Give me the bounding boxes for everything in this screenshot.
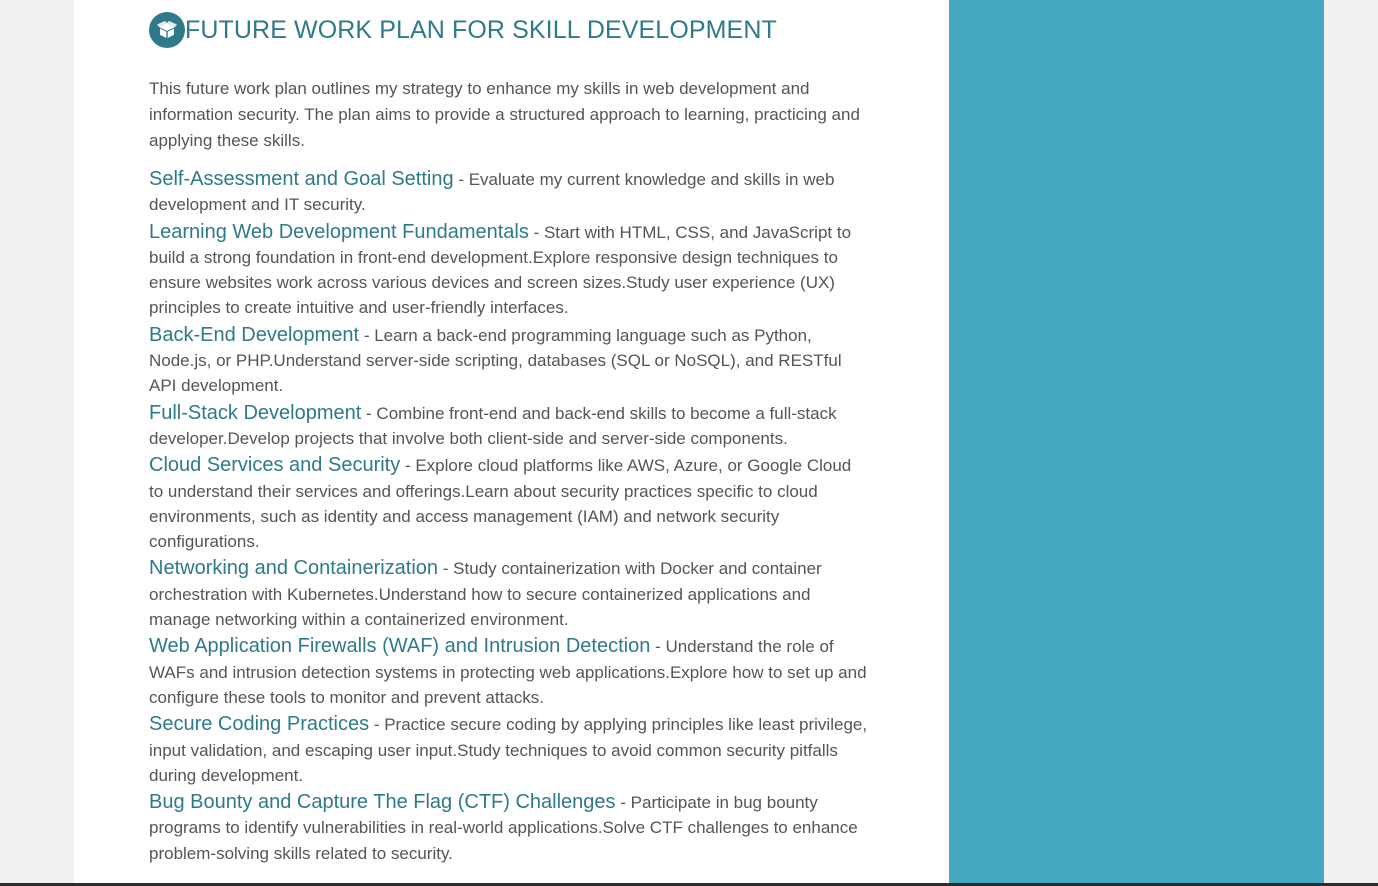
plan-item: Self-Assessment and Goal Setting - Evalu… xyxy=(149,167,869,218)
side-panel xyxy=(949,0,1324,883)
separator: - xyxy=(615,793,631,813)
separator: - xyxy=(369,715,385,735)
separator: - xyxy=(453,170,469,189)
plan-item-title-link[interactable]: Self-Assessment and Goal Setting xyxy=(149,168,454,190)
content: FUTURE WORK PLAN FOR SKILL DEVELOPMENT T… xyxy=(149,0,869,868)
main-card: FUTURE WORK PLAN FOR SKILL DEVELOPMENT T… xyxy=(74,0,949,883)
plan-list: Self-Assessment and Goal Setting - Evalu… xyxy=(149,167,869,866)
plan-item: Cloud Services and Security - Explore cl… xyxy=(149,453,869,554)
plan-item-title-link[interactable]: Back-End Development xyxy=(149,324,359,346)
plan-item-title-link[interactable]: Secure Coding Practices xyxy=(149,713,369,735)
plan-item: Back-End Development - Learn a back-end … xyxy=(149,323,869,399)
separator: - xyxy=(400,456,416,476)
open-box-icon xyxy=(149,12,185,48)
plan-item: Web Application Firewalls (WAF) and Intr… xyxy=(149,634,869,710)
plan-item: Secure Coding Practices - Practice secur… xyxy=(149,712,869,788)
plan-item: Bug Bounty and Capture The Flag (CTF) Ch… xyxy=(149,790,869,866)
separator: - xyxy=(650,637,666,657)
plan-item-title-link[interactable]: Cloud Services and Security xyxy=(149,454,400,476)
plan-item-title-link[interactable]: Bug Bounty and Capture The Flag (CTF) Ch… xyxy=(149,791,616,813)
separator: - xyxy=(438,559,454,579)
plan-item-title-link[interactable]: Web Application Firewalls (WAF) and Intr… xyxy=(149,635,650,657)
separator: - xyxy=(359,325,375,345)
page: FUTURE WORK PLAN FOR SKILL DEVELOPMENT T… xyxy=(0,0,1378,886)
separator: - xyxy=(528,222,544,242)
plan-item: Full-Stack Development - Combine front-e… xyxy=(149,401,869,452)
intro-paragraph: This future work plan outlines my strate… xyxy=(149,79,860,150)
page-title: FUTURE WORK PLAN FOR SKILL DEVELOPMENT xyxy=(185,15,777,44)
plan-item-title-link[interactable]: Learning Web Development Fundamentals xyxy=(149,221,529,243)
plan-item: Learning Web Development Fundamentals - … xyxy=(149,220,869,321)
plan-item-title-link[interactable]: Full-Stack Development xyxy=(149,402,361,424)
plan-item-title-link[interactable]: Networking and Containerization xyxy=(149,557,438,579)
plan-item: Networking and Containerization - Study … xyxy=(149,556,869,632)
page-header: FUTURE WORK PLAN FOR SKILL DEVELOPMENT xyxy=(149,12,869,48)
separator: - xyxy=(361,403,377,423)
